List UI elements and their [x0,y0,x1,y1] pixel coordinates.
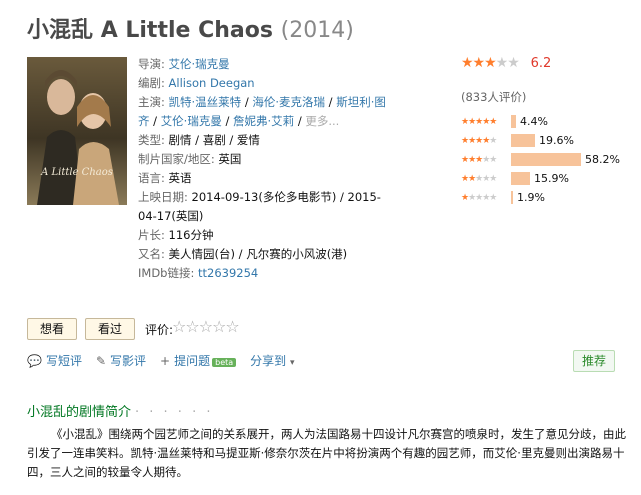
summary-title: 小混乱的剧情简介 · · · · · · [27,405,214,420]
star-1-icon: ★★★★★ [461,192,497,203]
rating-row-3: ★★★★★ 58.2% [461,153,620,166]
star-3-icon: ★★★★★ [461,154,497,165]
rating-bar-4 [511,134,535,147]
writer-link[interactable]: Allison Deegan [169,76,255,90]
rating-bar-5 [511,115,516,128]
title-en: A Little Chaos [100,18,273,43]
rating-summary: ★★★★★ 6.2 [461,55,631,71]
share-link[interactable]: 分享到 ▾ [250,352,294,369]
info-language: 语言: 英语 [138,171,192,185]
rating-bar-2 [511,172,530,185]
review-link[interactable]: ✎ 写影评 [96,352,146,369]
info-cast: 主演: 凯特·温丝莱特 / 海伦·麦克洛瑞 / 斯坦利·图齐 / 艾伦·瑞克曼 … [138,95,386,128]
movie-poster[interactable]: A Little Chaos [27,57,127,205]
info-genre: 类型: 剧情 / 喜剧 / 爱情 [138,133,260,147]
rating-row-4: ★★★★★ 19.6% [461,134,574,147]
title-year: (2014) [280,18,354,43]
beta-badge: beta [212,358,237,367]
title-cn: 小混乱 [27,18,94,43]
plus-icon: + [160,354,171,368]
cast-link[interactable]: 詹妮弗·艾莉 [233,114,294,128]
chevron-down-icon: ▾ [290,358,295,368]
info-writer: 编剧: Allison Deegan [138,76,255,90]
rating-row-2: ★★★★★ 15.9% [461,172,569,185]
rating-breakdown: ★★★★★ 4.4% ★★★★★ 19.6% ★★★★★ 58.2% ★★★★★… [461,112,620,207]
cast-link[interactable]: 海伦·麦克洛瑞 [252,95,325,109]
imdb-link[interactable]: tt2639254 [198,266,258,280]
star-5-icon: ★★★★★ [461,116,497,127]
info-runtime: 片长: 116分钟 [138,228,214,242]
director-link[interactable]: 艾伦·瑞克曼 [169,57,230,71]
movie-info: 导演: 艾伦·瑞克曼 编剧: Allison Deegan 主演: 凯特·温丝莱… [138,55,388,283]
poster-image: A Little Chaos [27,57,127,205]
rate-stars-input[interactable]: ☆☆☆☆☆ [172,317,240,336]
info-director: 导演: 艾伦·瑞克曼 [138,57,230,71]
rating-row-1: ★★★★★ 1.9% [461,191,545,204]
comment-icon: 💬 [27,354,42,368]
page-title: 小混乱 A Little Chaos (2014) [27,12,354,44]
rating-stars: ★★★★★ [461,55,520,71]
rating-bar-1 [511,191,513,204]
rating-row-5: ★★★★★ 4.4% [461,115,548,128]
poster-caption: A Little Chaos [40,167,113,178]
star-4-icon: ★★★★★ [461,135,497,146]
want-to-watch-button[interactable]: 想看 [27,318,77,340]
watched-button[interactable]: 看过 [85,318,135,340]
info-aka: 又名: 美人情园(台) / 凡尔赛的小风波(港) [138,247,348,261]
info-country: 制片国家/地区: 英国 [138,152,242,166]
rating-score: 6.2 [530,56,552,71]
pencil-icon: ✎ [95,354,107,368]
cast-link[interactable]: 凯特·温丝莱特 [169,95,242,109]
votes-link[interactable]: (833人评价) [461,89,526,105]
star-2-icon: ★★★★★ [461,173,497,184]
question-link[interactable]: + 提问题 beta [160,352,237,369]
action-bar: 💬 写短评 ✎ 写影评 + 提问题 beta 分享到 ▾ [27,352,295,369]
info-imdb: IMDb链接: tt2639254 [138,266,259,280]
summary-text: 《小混乱》围绕两个园艺师之间的关系展开，两人为法国路易十四设计凡尔赛宫的喷泉时，… [27,427,626,479]
rating-bar-3 [511,153,581,166]
cast-more-link[interactable]: 更多... [305,114,339,128]
short-review-link[interactable]: 💬 写短评 [27,352,82,369]
cast-link[interactable]: 艾伦·瑞克曼 [161,114,222,128]
info-release: 上映日期: 2014-09-13(多伦多电影节) / 2015-04-17(英国… [138,190,381,223]
recommend-button[interactable]: 推荐 [573,350,615,372]
rate-label: 评价: [145,323,174,337]
